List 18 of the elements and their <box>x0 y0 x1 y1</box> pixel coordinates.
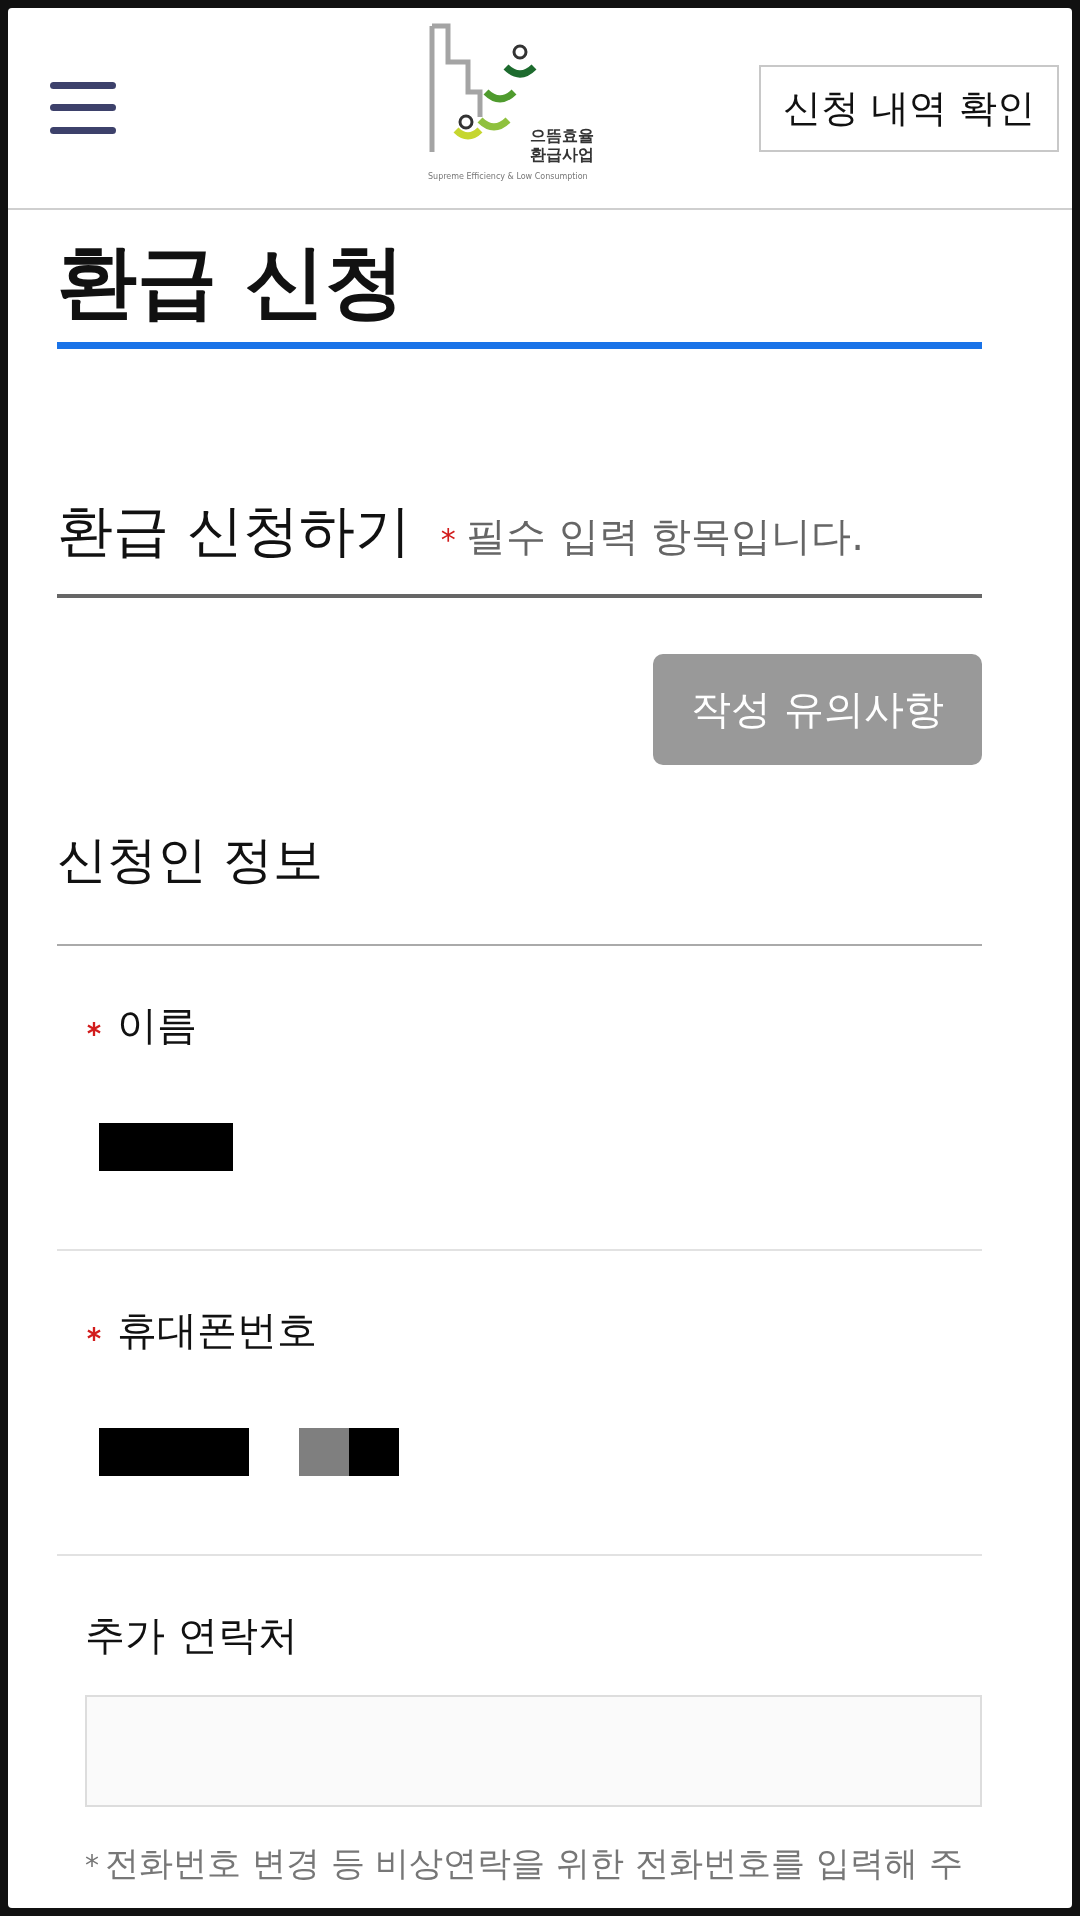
section-title: 환급 신청하기 <box>57 497 411 565</box>
required-note: 필수 입력 항목입니다. <box>465 512 864 561</box>
required-mark: * <box>440 522 456 557</box>
menu-icon[interactable] <box>50 82 116 134</box>
logo-text: 환급사업 <box>530 144 594 164</box>
subsection-title: 신청인 정보 <box>57 830 324 891</box>
logo-tagline: Supreme Efficiency & Low Consumption <box>428 172 588 181</box>
field-label: 추가 연락처 <box>85 1611 298 1660</box>
input-field[interactable] <box>85 1695 982 1807</box>
note-mark: * <box>85 1849 99 1882</box>
history-button[interactable]: 신청 내역 확인 <box>758 64 1059 152</box>
required-icon <box>87 1326 101 1341</box>
field-note: 전화번호 변경 등 비상연락을 위한 전화번호를 입력해 주 <box>105 1843 963 1883</box>
required-icon <box>87 1021 101 1036</box>
page-title: 환급 신청 <box>57 234 406 330</box>
field-label: 휴대폰번호 <box>117 1306 317 1355</box>
logo-text: 으뜸효율 <box>530 125 594 145</box>
field-label: 이름 <box>117 1001 197 1050</box>
